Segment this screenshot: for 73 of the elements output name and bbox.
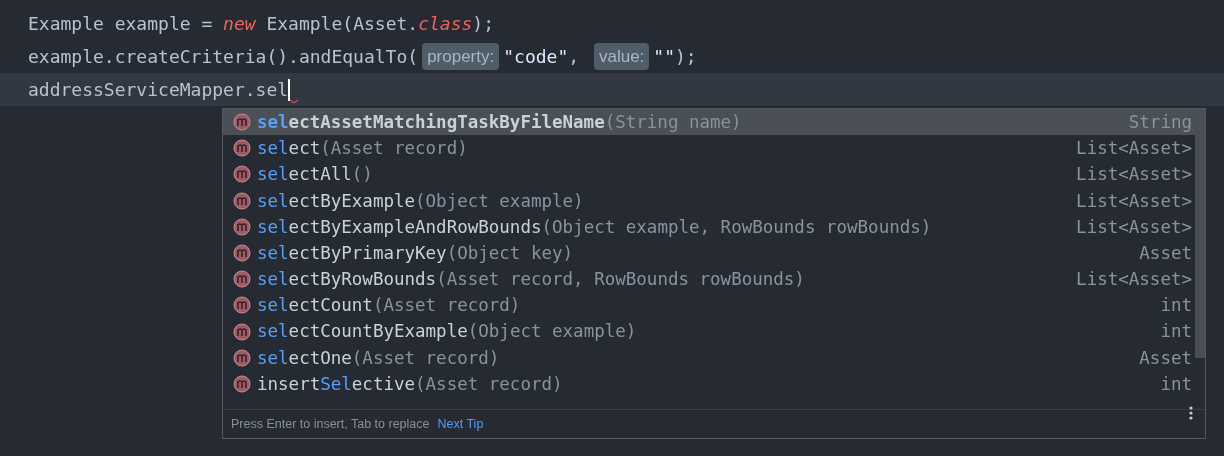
return-type: int (1160, 320, 1192, 344)
code-text: ); (472, 12, 495, 36)
method-parameters: (Object example) (415, 189, 584, 213)
return-type: List<Asset> (1076, 163, 1192, 187)
return-type: List<Asset> (1076, 137, 1192, 161)
return-type: List<Asset> (1076, 189, 1192, 213)
completion-item[interactable]: select(Asset record) List<Asset> (223, 135, 1205, 162)
method-icon (233, 191, 251, 210)
footer-hint: Press Enter to insert, Tab to replace (231, 415, 430, 433)
method-icon (233, 296, 251, 315)
return-type: int (1160, 372, 1192, 396)
method-name: select (257, 137, 321, 161)
completion-item[interactable]: selectCount(Asset record) int (223, 292, 1205, 319)
method-icon (233, 348, 251, 367)
code-text: ); (675, 45, 697, 69)
completion-item[interactable]: selectByExample(Object example) List<Asset> (223, 187, 1205, 214)
method-parameters: (String name) (604, 110, 742, 134)
text-cursor (288, 78, 291, 101)
next-tip-link[interactable]: Next Tip (437, 414, 484, 434)
method-parameters: (Object key) (446, 241, 574, 265)
method-name: selectCount (257, 294, 373, 318)
parameter-hint: value: (593, 42, 650, 71)
completion-item[interactable]: selectAssetMatchingTaskByFileName(String name) String (223, 109, 1205, 136)
string-literal: "" (653, 45, 675, 69)
return-type: Asset (1139, 241, 1192, 265)
code-text: example.createCriteria().andEqualTo( (28, 45, 419, 69)
return-type: List<Asset> (1076, 268, 1192, 292)
method-icon (233, 113, 251, 132)
completion-item[interactable]: selectCountByExample(Object example) int (223, 318, 1205, 345)
method-icon (233, 244, 251, 263)
return-type: List<Asset> (1076, 215, 1192, 239)
method-parameters: (Asset record) (372, 294, 521, 318)
method-parameters: () (351, 163, 373, 187)
completion-item[interactable]: selectOne(Asset record) Asset (223, 344, 1205, 371)
method-name: insertSelective (257, 372, 416, 396)
method-icon (233, 165, 251, 184)
parameter-hint: property: (422, 42, 500, 71)
method-parameters: (Asset record, RowBounds rowBounds) (436, 268, 805, 292)
method-icon (233, 139, 251, 158)
method-name: selectByExample (257, 189, 416, 213)
method-name: selectCountByExample (257, 320, 468, 344)
method-name: selectAssetMatchingTaskByFileName (257, 110, 605, 134)
completion-item[interactable]: insertSelective(Asset record) int (223, 370, 1205, 398)
method-icon (233, 322, 251, 341)
method-parameters: (Asset record) (415, 372, 563, 396)
code-text: Example example = (28, 12, 214, 36)
method-icon (233, 270, 251, 289)
method-name: selectByRowBounds (257, 268, 437, 292)
method-name: selectByPrimaryKey (257, 241, 447, 265)
method-name: selectAll (257, 163, 352, 187)
method-parameters: (Object example) (467, 320, 637, 344)
keyword: new (223, 12, 256, 36)
completion-item[interactable]: selectAll() List<Asset> (223, 161, 1205, 188)
method-icon (233, 217, 251, 236)
method-parameters: (Asset record) (320, 137, 468, 161)
error-squiggle-icon (290, 98, 299, 104)
method-name: selectByExampleAndRowBounds (257, 215, 542, 239)
string-literal: "code" (503, 45, 569, 69)
return-type: int (1160, 294, 1192, 318)
method-parameters: (Object example, RowBounds rowBounds) (541, 215, 932, 239)
method-parameters: (Asset record) (351, 346, 500, 370)
return-type: Asset (1139, 346, 1192, 370)
more-options-icon[interactable] (1189, 406, 1193, 420)
code-text: Example(Asset. (265, 12, 419, 36)
keyword: class (418, 12, 473, 36)
completion-item[interactable]: selectByRowBounds(Asset record, RowBounds rowBounds) List<Asset> (223, 266, 1205, 293)
return-type: String (1128, 110, 1192, 134)
code-text: , (568, 45, 581, 69)
method-icon (233, 374, 251, 393)
method-name: selectOne (257, 346, 352, 370)
completion-item[interactable]: selectByPrimaryKey(Object key) Asset (223, 239, 1205, 267)
code-text: addressServiceMapper.sel (28, 78, 289, 102)
completion-item[interactable]: selectByExampleAndRowBounds(Object example, RowBounds rowBounds) List<Asset> (223, 213, 1205, 240)
